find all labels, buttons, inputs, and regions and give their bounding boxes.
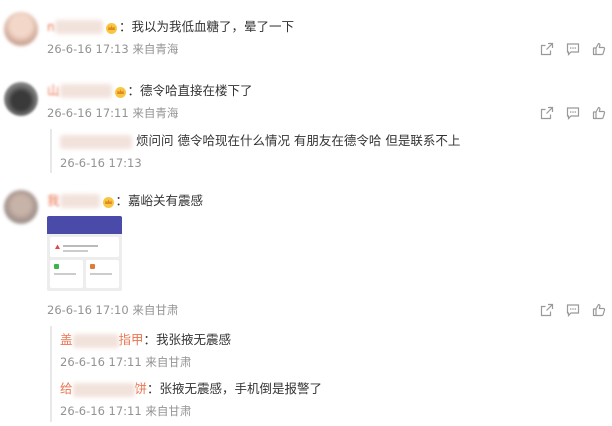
like-icon[interactable] (592, 42, 606, 56)
username[interactable]: 山 (47, 83, 60, 99)
reply-1: 烦问问 德令哈现在什么情况 有朋友在德令哈 但是联系不上 (60, 133, 460, 149)
comment-text: ：我以为我低血糖了，晕了一下 (118, 19, 294, 34)
crown-icon (114, 87, 126, 98)
reply-username-suffix[interactable]: 指甲 (119, 332, 144, 347)
timestamp: 26-6-16 17:10 (47, 303, 129, 317)
share-icon[interactable] (540, 106, 554, 120)
comment-actions (540, 42, 606, 56)
reply-username-suffix[interactable]: 饼 (135, 381, 148, 396)
share-icon[interactable] (540, 303, 554, 317)
comment-header: 我 ：嘉峪关有震感 (47, 193, 203, 209)
timestamp: 26-6-16 17:13 (60, 156, 142, 170)
username-blur (59, 84, 112, 98)
reply-username-blur[interactable] (60, 134, 132, 149)
reply-meta: 26-6-16 17:13 (60, 156, 142, 170)
like-icon[interactable] (592, 303, 606, 317)
comment-meta: 26-6-16 17:10 来自甘肃 (47, 303, 178, 317)
timestamp: 26-6-16 17:11 (47, 106, 129, 120)
reply-text: ：我张掖无震感 (143, 332, 232, 347)
reply-divider (50, 129, 52, 173)
share-icon[interactable] (540, 42, 554, 56)
source: 来自甘肃 (132, 303, 179, 317)
avatar[interactable] (4, 12, 38, 46)
source: 来自甘肃 (145, 355, 192, 369)
screenshot-thumbnail (47, 216, 122, 291)
comment-meta: 26-6-16 17:13 来自青海 (47, 42, 178, 56)
reply-username-blur (72, 333, 119, 348)
reply-text: ：张掖无震感，手机倒是报警了 (147, 381, 323, 396)
comment-icon[interactable] (566, 303, 580, 317)
username[interactable]: 我 (47, 193, 60, 209)
username-blur (54, 20, 103, 34)
reply-1: 盖 指甲：我张掖无震感 (60, 332, 231, 348)
crown-icon (102, 197, 114, 208)
comment-actions (540, 106, 606, 120)
crown-icon (105, 23, 117, 34)
reply-username[interactable]: 盖 (60, 332, 73, 347)
timestamp: 26-6-16 17:11 (60, 355, 142, 369)
reply-meta: 26-6-16 17:11 来自甘肃 (60, 355, 191, 369)
reply-username-blur (72, 382, 135, 397)
reply-divider (50, 326, 52, 422)
avatar[interactable] (4, 190, 38, 224)
comment-icon[interactable] (566, 42, 580, 56)
like-icon[interactable] (592, 106, 606, 120)
reply-username[interactable]: 给 (60, 381, 73, 396)
attached-image[interactable] (47, 216, 122, 291)
reply-meta: 26-6-16 17:11 来自甘肃 (60, 404, 191, 418)
comment-actions (540, 303, 606, 317)
comment-text: ：德令哈直接在楼下了 (127, 83, 253, 98)
source: 来自甘肃 (145, 404, 192, 418)
avatar[interactable] (4, 82, 38, 116)
username-blur (59, 194, 100, 208)
reply-2: 给 饼：张掖无震感，手机倒是报警了 (60, 381, 322, 397)
comment-text: ：嘉峪关有震感 (115, 193, 204, 208)
timestamp: 26-6-16 17:11 (60, 404, 142, 418)
comment-header: 山 ：德令哈直接在楼下了 (47, 83, 253, 99)
source: 来自青海 (132, 106, 179, 120)
username[interactable]: n (47, 19, 55, 35)
reply-text: 烦问问 德令哈现在什么情况 有朋友在德令哈 但是联系不上 (135, 133, 461, 148)
source: 来自青海 (132, 42, 179, 56)
comment-header: n ：我以为我低血糖了，晕了一下 (47, 19, 294, 35)
comment-meta: 26-6-16 17:11 来自青海 (47, 106, 178, 120)
timestamp: 26-6-16 17:13 (47, 42, 129, 56)
comment-icon[interactable] (566, 106, 580, 120)
